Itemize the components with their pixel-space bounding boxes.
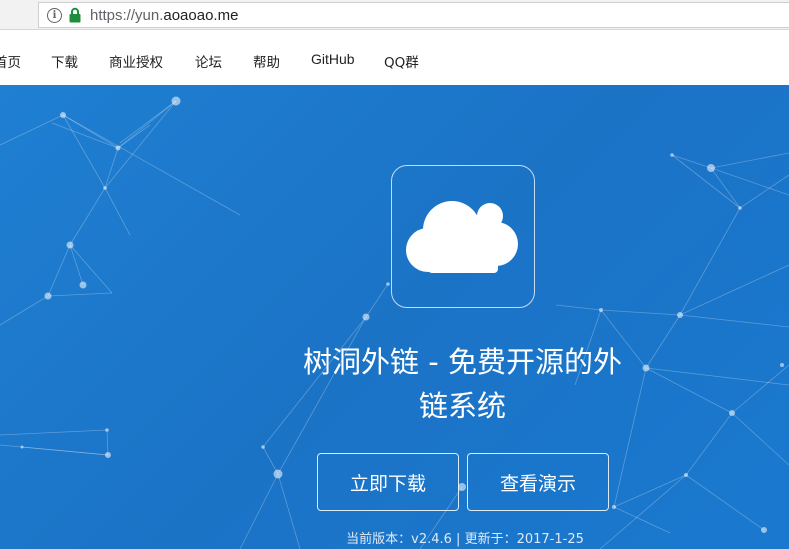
version-number: v2.4.6 <box>411 532 452 547</box>
url-domain: aoaoao.me <box>163 6 239 24</box>
url-field[interactable]: i https://yun.aoaoao.me <box>38 2 789 28</box>
hero-title: 树洞外链 - 免费开源的外 链系统 <box>290 340 635 428</box>
info-icon[interactable]: i <box>47 7 62 23</box>
download-now-button[interactable]: 立即下载 <box>317 453 459 511</box>
hero-section: 树洞外链 - 免费开源的外 链系统 立即下载 查看演示 当前版本：v2.4.6 … <box>0 85 789 549</box>
nav-qq-group[interactable]: QQ群 <box>384 51 419 71</box>
updated-date: 2017-1-25 <box>516 532 584 547</box>
nav-commercial-license[interactable]: 商业授权 <box>109 51 163 71</box>
nav-home[interactable]: 首页 <box>0 51 21 71</box>
updated-label: 更新于： <box>464 532 517 547</box>
cloud-icon <box>406 201 518 273</box>
url-scheme: https://yun. <box>90 6 164 24</box>
lock-icon <box>69 7 81 23</box>
hero-title-line2: 链系统 <box>418 389 506 423</box>
nav-forum[interactable]: 论坛 <box>195 51 222 71</box>
url-text: https://yun.aoaoao.me <box>90 7 238 24</box>
browser-address-bar: i https://yun.aoaoao.me <box>0 0 789 30</box>
version-separator: | <box>451 532 465 547</box>
nav-help[interactable]: 帮助 <box>253 51 280 71</box>
site-navbar: 首页 下载 商业授权 论坛 帮助 GitHub QQ群 <box>0 31 789 85</box>
hero-title-line1: 树洞外链 - 免费开源的外 <box>303 345 622 379</box>
nav-github[interactable]: GitHub <box>311 51 355 67</box>
nav-download[interactable]: 下载 <box>51 51 78 71</box>
version-label: 当前版本： <box>346 532 412 547</box>
logo-box <box>391 165 535 308</box>
version-info: 当前版本：v2.4.6 | 更新于：2017-1-25 <box>300 528 630 547</box>
view-demo-button[interactable]: 查看演示 <box>467 453 609 511</box>
